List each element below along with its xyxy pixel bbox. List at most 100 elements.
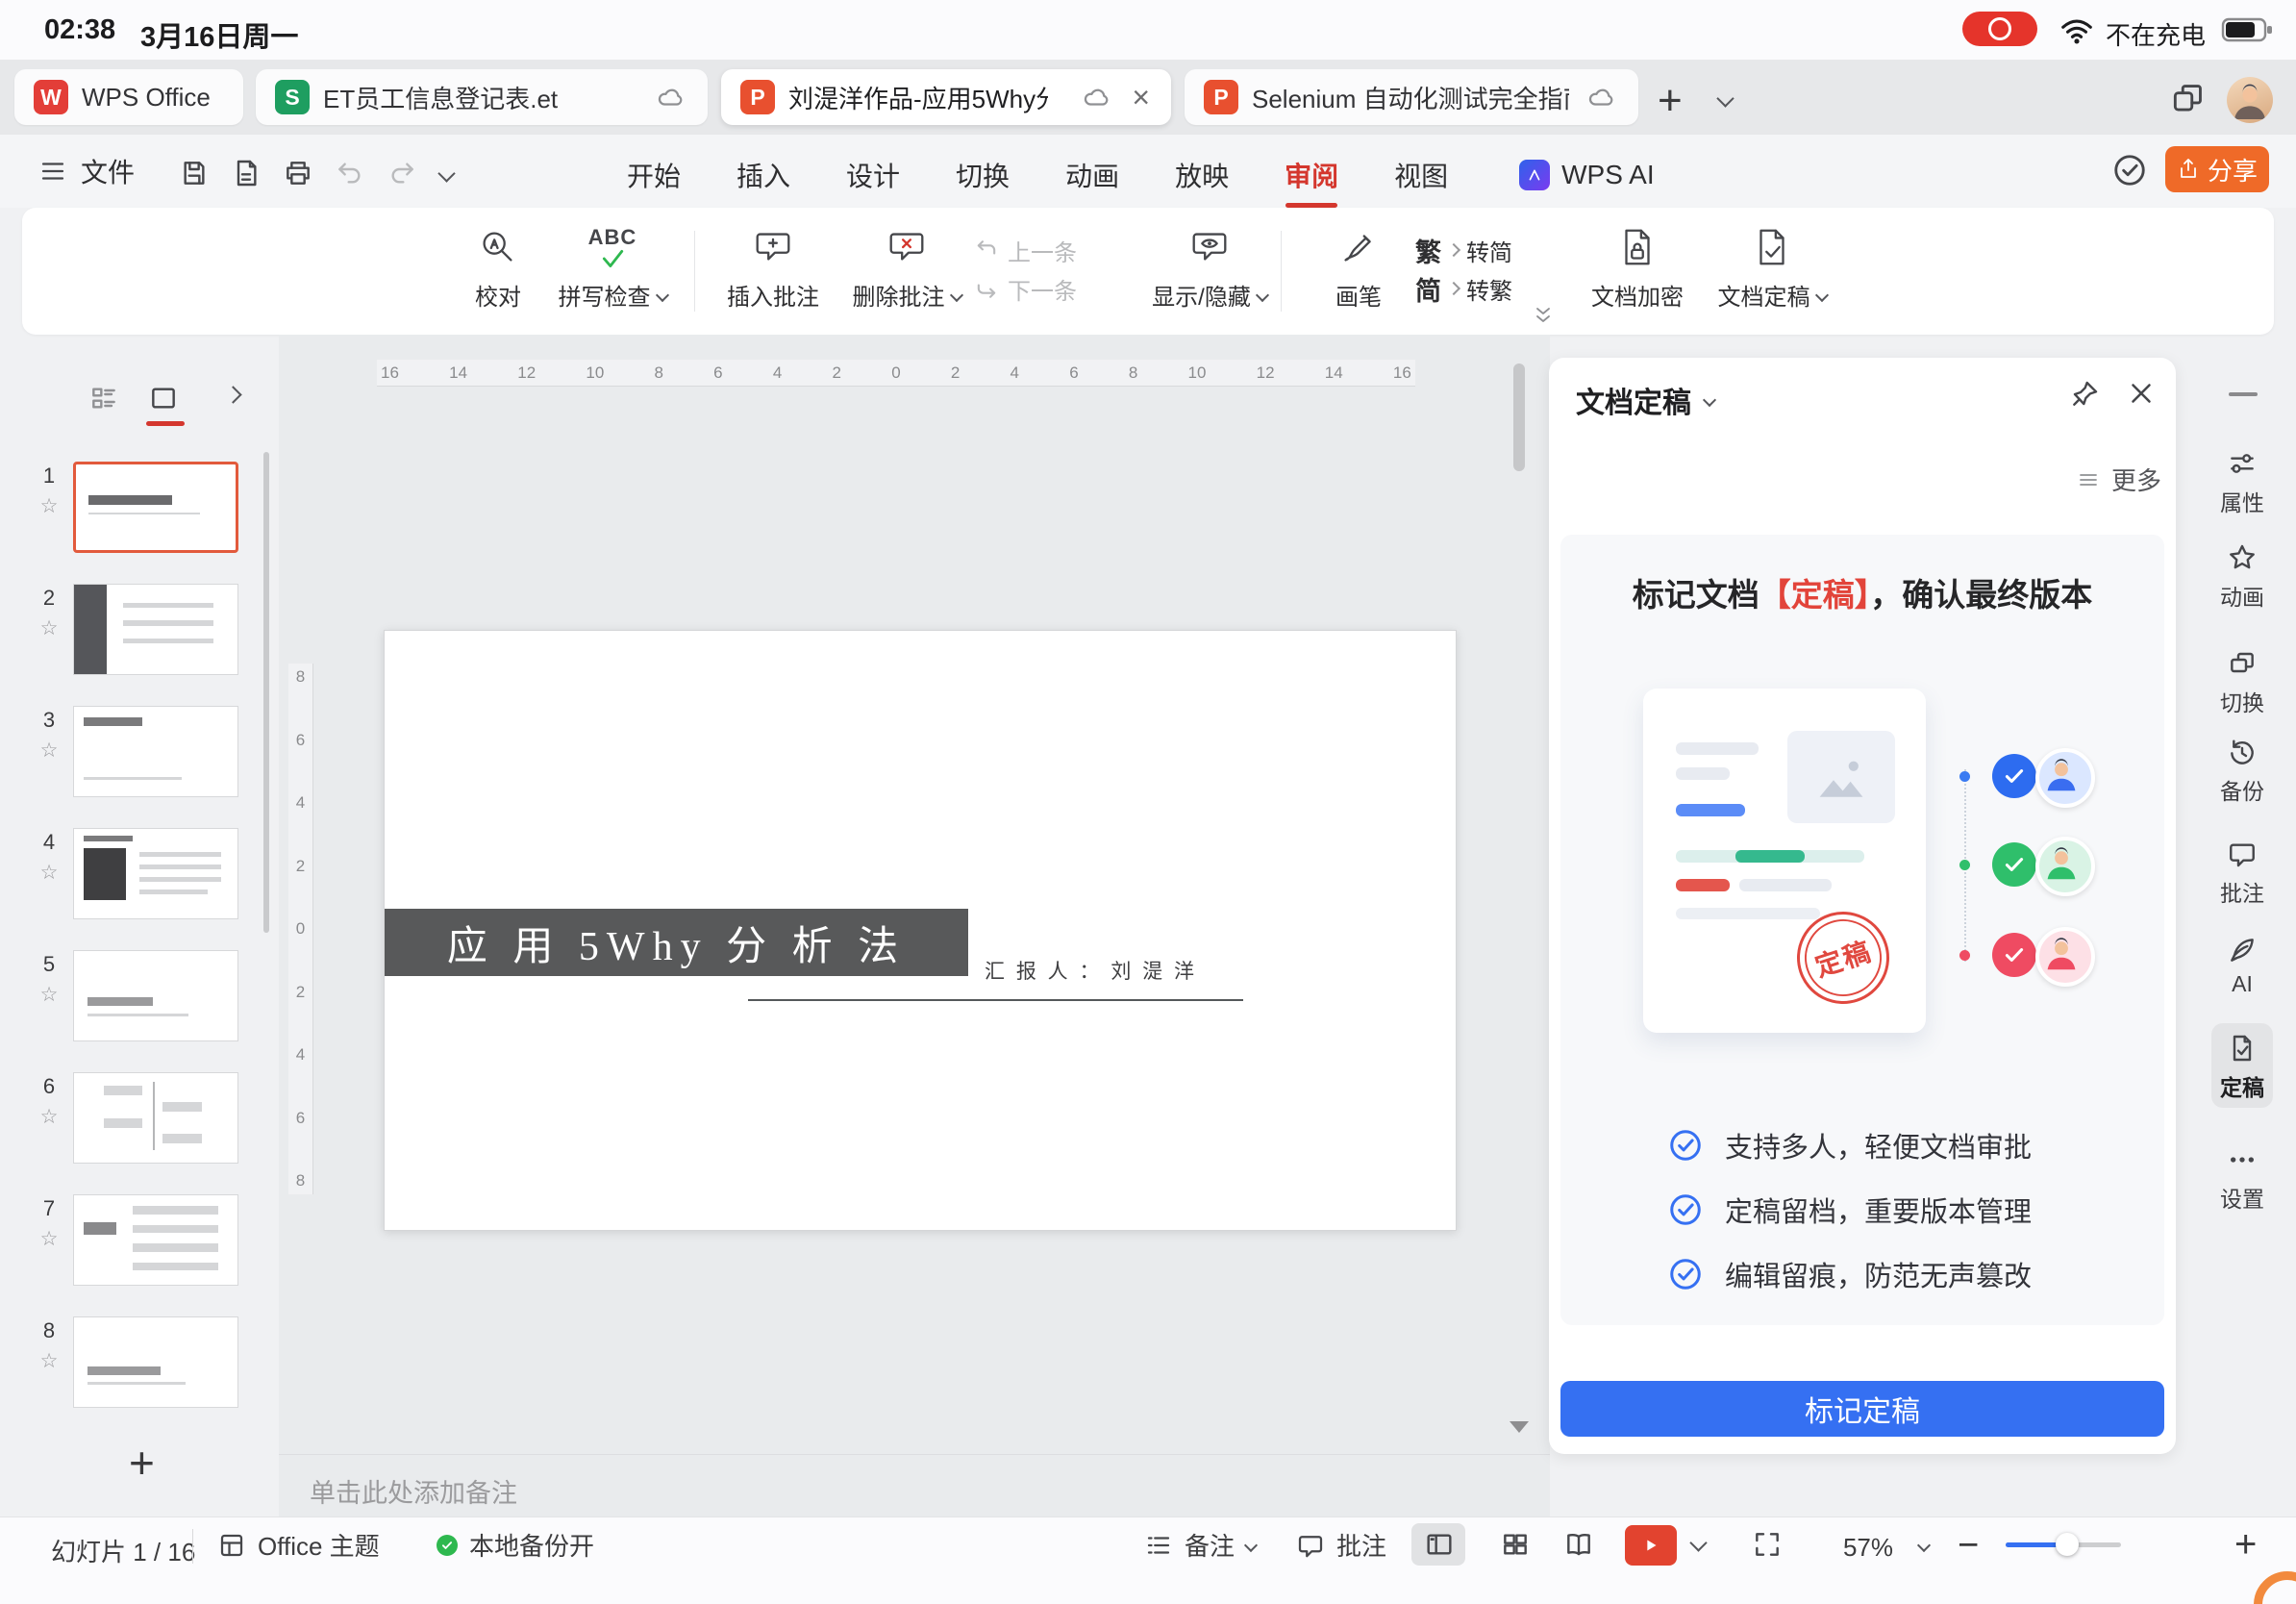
tab-wps-home[interactable]: W WPS Office bbox=[14, 69, 243, 125]
slide-thumbnail-3[interactable] bbox=[73, 706, 238, 797]
close-pane-icon[interactable] bbox=[2125, 377, 2158, 410]
print-icon[interactable] bbox=[283, 158, 313, 188]
approver-avatar-3 bbox=[2035, 927, 2095, 987]
redo-icon[interactable] bbox=[387, 158, 417, 188]
thumbnail-view-icon[interactable] bbox=[148, 383, 179, 414]
zoom-level[interactable]: 57% bbox=[1833, 1533, 1904, 1563]
star-icon[interactable]: ☆ bbox=[35, 1227, 63, 1251]
sidebar-item-properties[interactable]: 属性 bbox=[2211, 448, 2273, 517]
star-icon[interactable]: ☆ bbox=[35, 983, 63, 1007]
theme-button[interactable]: Office 主题 bbox=[217, 1527, 380, 1563]
star-icon[interactable]: ☆ bbox=[35, 494, 63, 518]
add-slide-button[interactable]: + bbox=[129, 1437, 155, 1489]
zoom-slider-thumb[interactable] bbox=[2056, 1533, 2079, 1556]
tab-animation[interactable]: 动画 bbox=[1065, 156, 1119, 194]
slide-sorter-view-icon[interactable] bbox=[1500, 1529, 1531, 1560]
ribbon-expand-icon[interactable] bbox=[1532, 304, 1555, 327]
more-options-button[interactable]: 更多 bbox=[2077, 462, 2161, 497]
canvas-scrollbar[interactable] bbox=[1513, 363, 1525, 471]
slide-title-banner[interactable]: 应 用 5Why 分 析 法 bbox=[385, 909, 968, 976]
scroll-down-arrow-icon[interactable] bbox=[1510, 1421, 1529, 1433]
simplified-to-traditional-button[interactable]: 简转繁 bbox=[1415, 269, 1512, 308]
backup-ok-icon bbox=[437, 1535, 458, 1556]
comment-bubble-icon bbox=[2227, 839, 2258, 869]
slide-thumbnail-4[interactable] bbox=[73, 828, 238, 919]
slide-counter: 幻灯片 1 / 16 bbox=[51, 1533, 195, 1568]
slide-thumbnail-6[interactable] bbox=[73, 1072, 238, 1164]
encrypt-document-button[interactable]: 文档加密 bbox=[1570, 225, 1705, 312]
normal-view-icon[interactable] bbox=[1424, 1529, 1455, 1560]
slide-editor[interactable]: 应 用 5Why 分 析 法 汇 报 人 ： 刘 湜 洋 bbox=[384, 630, 1457, 1231]
slide-number: 1 bbox=[35, 464, 63, 489]
slide-panel-scrollbar[interactable] bbox=[263, 452, 269, 933]
file-menu-button[interactable]: 文件 bbox=[38, 146, 135, 196]
close-tab-icon[interactable]: × bbox=[1132, 82, 1150, 113]
pen-button[interactable]: 画笔 bbox=[1291, 225, 1426, 312]
outline-view-icon[interactable] bbox=[88, 383, 119, 414]
tab-slideshow[interactable]: 放映 bbox=[1175, 156, 1229, 194]
zoom-in-button[interactable]: + bbox=[2234, 1523, 2257, 1566]
slide-presenter[interactable]: 汇 报 人 ： 刘 湜 洋 bbox=[985, 956, 1197, 985]
sidebar-item-settings[interactable]: 设置 bbox=[2211, 1144, 2273, 1214]
collapse-pane-icon[interactable] bbox=[2229, 392, 2258, 396]
wps-ai-button[interactable]: WPS AI bbox=[1519, 160, 1654, 190]
tab-review[interactable]: 审阅 bbox=[1285, 156, 1338, 194]
sidebar-item-transition[interactable]: 切换 bbox=[2211, 648, 2273, 717]
tab-start[interactable]: 开始 bbox=[627, 156, 681, 194]
sidebar-item-finalize[interactable]: 定稿 bbox=[2211, 1033, 2273, 1102]
export-document-icon[interactable] bbox=[231, 158, 262, 188]
tab-spreadsheet-doc[interactable]: S ET员工信息登记表.et bbox=[256, 69, 708, 125]
slide-thumbnail-8[interactable] bbox=[73, 1316, 238, 1408]
show-hide-comments-button[interactable]: 显示/隐藏 bbox=[1142, 225, 1277, 312]
tab-active-presentation[interactable]: P 刘湜洋作品-应用5Why分 × bbox=[721, 69, 1171, 125]
slide-thumbnail-2[interactable] bbox=[73, 584, 238, 675]
spell-check-button[interactable]: ABC 拼写检查 bbox=[545, 225, 680, 312]
battery-status-text: 不在充电 bbox=[2106, 16, 2206, 52]
notes-toggle-button[interactable]: 备注 bbox=[1144, 1527, 1256, 1563]
sidebar-item-backup[interactable]: 备份 bbox=[2211, 737, 2273, 806]
star-icon[interactable]: ☆ bbox=[35, 1105, 63, 1129]
wifi-icon bbox=[2059, 13, 2094, 48]
notes-area[interactable]: 单击此处添加备注 bbox=[279, 1454, 1550, 1517]
previous-comment-button[interactable]: 上一条 bbox=[973, 231, 1077, 269]
mark-finalized-button[interactable]: 标记定稿 bbox=[1560, 1381, 2164, 1437]
local-backup-status[interactable]: 本地备份开 bbox=[437, 1527, 594, 1563]
slide-thumbnail-7[interactable] bbox=[73, 1194, 238, 1286]
tab-selenium-doc[interactable]: P Selenium 自动化测试完全指南 bbox=[1185, 69, 1638, 125]
slide-thumbnail-1[interactable] bbox=[73, 462, 238, 553]
screen-recording-indicator[interactable] bbox=[1962, 12, 2037, 46]
battery-icon bbox=[2221, 15, 2275, 44]
finalize-document-button[interactable]: 文档定稿 bbox=[1705, 225, 1839, 312]
task-pane-title-button[interactable]: 文档定稿 bbox=[1576, 379, 1714, 421]
share-button[interactable]: 分享 bbox=[2165, 146, 2269, 192]
tab-insert[interactable]: 插入 bbox=[736, 156, 790, 194]
insert-comment-button[interactable]: 插入批注 bbox=[706, 225, 840, 312]
user-avatar[interactable] bbox=[2227, 77, 2273, 123]
slideshow-play-button[interactable] bbox=[1625, 1525, 1677, 1566]
comments-toggle-button[interactable]: 批注 bbox=[1296, 1527, 1386, 1563]
traditional-to-simplified-button[interactable]: 繁转简 bbox=[1415, 231, 1512, 269]
undo-icon[interactable] bbox=[335, 158, 365, 188]
sidebar-item-comments[interactable]: 批注 bbox=[2211, 839, 2273, 908]
star-icon[interactable]: ☆ bbox=[35, 861, 63, 885]
next-comment-button[interactable]: 下一条 bbox=[973, 269, 1077, 308]
save-icon[interactable] bbox=[179, 158, 210, 188]
delete-comment-button[interactable]: 删除批注 bbox=[839, 225, 974, 312]
tab-view[interactable]: 视图 bbox=[1394, 156, 1448, 194]
sidebar-item-animation[interactable]: 动画 bbox=[2211, 542, 2273, 612]
zoom-out-button[interactable]: − bbox=[1958, 1525, 1979, 1566]
star-icon[interactable]: ☆ bbox=[35, 616, 63, 640]
star-icon[interactable]: ☆ bbox=[35, 1349, 63, 1373]
new-tab-button[interactable]: + bbox=[1658, 77, 1683, 125]
tab-design[interactable]: 设计 bbox=[846, 156, 900, 194]
pin-pane-icon[interactable] bbox=[2069, 379, 2100, 410]
slide-thumbnail-5[interactable] bbox=[73, 950, 238, 1041]
sidebar-item-ai[interactable]: AI bbox=[2211, 935, 2273, 997]
feature-item: 支持多人，轻便文档审批 bbox=[1667, 1125, 2032, 1165]
fit-to-window-icon[interactable] bbox=[1752, 1529, 1783, 1560]
star-icon[interactable]: ☆ bbox=[35, 739, 63, 763]
proof-complete-icon[interactable] bbox=[2111, 152, 2148, 188]
multi-window-icon[interactable] bbox=[2169, 81, 2206, 117]
reading-view-icon[interactable] bbox=[1563, 1529, 1594, 1560]
tab-transition[interactable]: 切换 bbox=[956, 156, 1010, 194]
